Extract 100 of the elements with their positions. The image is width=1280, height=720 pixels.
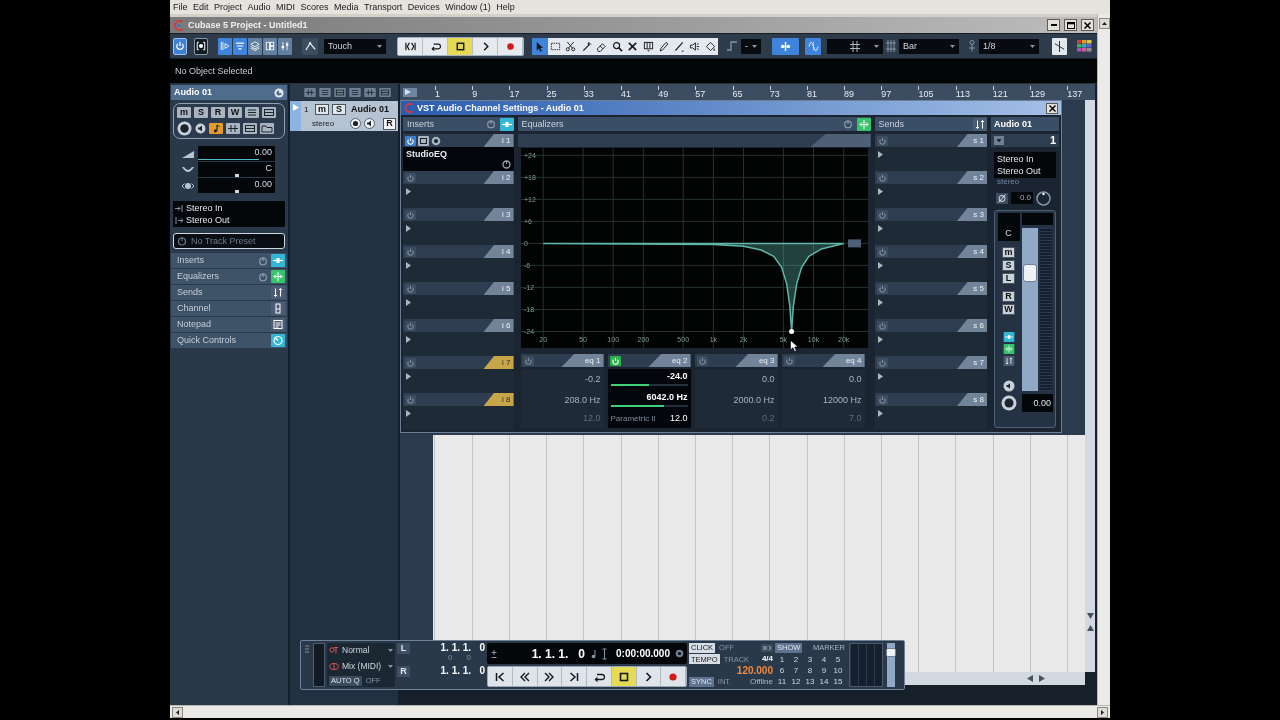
- gain-value[interactable]: 0.0: [697, 374, 775, 384]
- notepad-icon[interactable]: [271, 318, 285, 331]
- marker-button[interactable]: 3: [803, 655, 817, 665]
- menu-item[interactable]: Scores: [300, 2, 329, 12]
- note-icon[interactable]: [209, 122, 223, 134]
- speaker-icon[interactable]: [1002, 380, 1015, 392]
- record-enable-icon[interactable]: [1000, 395, 1017, 411]
- frequency-value[interactable]: 208.0 Hz: [523, 395, 601, 405]
- power-ring-icon[interactable]: [258, 255, 268, 266]
- channel-toggle-button[interactable]: L: [1002, 273, 1016, 284]
- marker-button[interactable]: 10: [831, 666, 845, 676]
- power-icon[interactable]: [609, 355, 621, 366]
- marker-button[interactable]: 5: [831, 655, 845, 665]
- slider-thumb[interactable]: [234, 174, 239, 177]
- frequency-value[interactable]: 2000.0 Hz: [697, 395, 775, 405]
- automation-mode-dropdown[interactable]: Touch: [324, 38, 386, 54]
- output-fader-track[interactable]: [887, 643, 895, 687]
- scroll-down-icon[interactable]: [1086, 612, 1094, 619]
- channel-toggle-button[interactable]: S: [1002, 260, 1016, 271]
- speaker-icon[interactable]: [195, 122, 206, 134]
- track-toggle-button[interactable]: m: [315, 104, 329, 115]
- list-icon[interactable]: [349, 87, 361, 97]
- figure-icon[interactable]: [967, 39, 977, 53]
- menu-item[interactable]: Edit: [193, 2, 209, 12]
- locator-position[interactable]: 1. 1. 1. 0: [440, 666, 485, 676]
- frequency-value[interactable]: 6042.0 Hz: [610, 393, 688, 402]
- ring-icon[interactable]: [501, 160, 511, 169]
- scroll-left-icon[interactable]: [172, 706, 183, 718]
- marker-button[interactable]: 11: [775, 677, 789, 687]
- input-routing-field[interactable]: Stereo In: [173, 202, 285, 214]
- lanes-icon[interactable]: [243, 122, 257, 134]
- marker-button[interactable]: 8: [803, 666, 817, 676]
- cycle-mode-dropdown[interactable]: Mix (MIDI): [329, 659, 393, 673]
- band-handle[interactable]: [788, 329, 794, 334]
- slider-track[interactable]: [198, 174, 275, 177]
- color-grid-icon[interactable]: [1077, 40, 1092, 52]
- gain-value[interactable]: 0.0: [784, 374, 862, 384]
- gain-value[interactable]: -24.0: [610, 372, 688, 381]
- grid-icon[interactable]: [885, 39, 897, 53]
- track-toggle-button[interactable]: W: [228, 106, 242, 118]
- minimize-button[interactable]: [1047, 19, 1060, 31]
- close-button[interactable]: [1046, 102, 1058, 114]
- inspector-section[interactable]: Sends: [171, 285, 287, 300]
- channel-toggle-button[interactable]: R: [1002, 291, 1016, 302]
- marker-button[interactable]: 2: [789, 655, 803, 665]
- automation-button[interactable]: [302, 37, 318, 55]
- transport-button[interactable]: [398, 37, 423, 55]
- menu-item[interactable]: Help: [496, 2, 515, 12]
- marker-button[interactable]: 12: [789, 677, 803, 687]
- record-enable-icon[interactable]: [350, 118, 361, 129]
- lanes-icon[interactable]: [262, 106, 276, 118]
- vertical-scrollbar[interactable]: [1097, 14, 1110, 705]
- folder-icon[interactable]: [260, 122, 274, 134]
- bar-arrows-icon[interactable]: [499, 117, 514, 131]
- step-icon[interactable]: [726, 39, 738, 53]
- speaker-icon[interactable]: [364, 118, 375, 129]
- window-icon[interactable]: [418, 135, 429, 146]
- read-automation-button[interactable]: R: [383, 117, 396, 130]
- channel-toggle-button[interactable]: W: [1002, 304, 1016, 315]
- volume-value[interactable]: 0.00: [1022, 394, 1053, 412]
- value-field[interactable]: 0.00: [198, 178, 275, 190]
- plus-minus-icon[interactable]: [490, 648, 498, 659]
- menu-item[interactable]: Transport: [364, 2, 403, 12]
- inspector-section[interactable]: Channel: [171, 301, 287, 316]
- power-ring-icon[interactable]: [258, 271, 268, 282]
- scroll-up-icon[interactable]: [1098, 18, 1110, 29]
- grid-tile-icon[interactable]: [304, 87, 316, 97]
- quantize-dropdown[interactable]: 1/8: [979, 38, 1039, 54]
- track-toggle-button[interactable]: m: [177, 106, 191, 118]
- constrain-button[interactable]: [194, 37, 208, 55]
- scroll-right-icon[interactable]: [1097, 706, 1108, 718]
- dropdown-icon[interactable]: [994, 136, 1004, 145]
- view-toggle-button[interactable]: [278, 37, 292, 55]
- slider-thumb[interactable]: [234, 190, 239, 193]
- marker-button[interactable]: 15: [831, 677, 845, 687]
- ring-icon[interactable]: [431, 135, 441, 146]
- lanes-icon[interactable]: [379, 87, 391, 97]
- output-routing-field[interactable]: Stereo Out: [994, 165, 1056, 177]
- transport-button[interactable]: [448, 37, 473, 55]
- marker-button[interactable]: 7: [789, 666, 803, 676]
- menu-item[interactable]: Media: [334, 2, 359, 12]
- marker-button[interactable]: 6: [775, 666, 789, 676]
- power-icon[interactable]: [405, 135, 416, 146]
- input-gain-field[interactable]: 0.0: [1011, 192, 1033, 204]
- fader-track[interactable]: [1022, 228, 1039, 391]
- track-preset-field[interactable]: No Track Preset: [173, 233, 285, 249]
- vertical-arrows-icon[interactable]: [271, 286, 285, 299]
- nudge-dropdown[interactable]: -: [741, 38, 761, 54]
- fader-handle[interactable]: [1023, 264, 1038, 283]
- plugin-slot[interactable]: StudioEQ: [403, 147, 514, 171]
- record-mode-dropdown[interactable]: Normal: [329, 644, 393, 657]
- bracket-arrows-icon[interactable]: [856, 117, 871, 131]
- q-value[interactable]: 12.0: [669, 414, 688, 423]
- grid-type-dropdown[interactable]: Bar: [899, 38, 959, 54]
- fader-icon[interactable]: [271, 302, 285, 315]
- view-toggle-button[interactable]: [248, 37, 262, 55]
- vertical-arrows-icon[interactable]: [973, 117, 987, 131]
- menu-item[interactable]: Devices: [407, 2, 440, 12]
- circle-icon[interactable]: [274, 87, 284, 98]
- inspector-section[interactable]: Notepad: [171, 317, 287, 332]
